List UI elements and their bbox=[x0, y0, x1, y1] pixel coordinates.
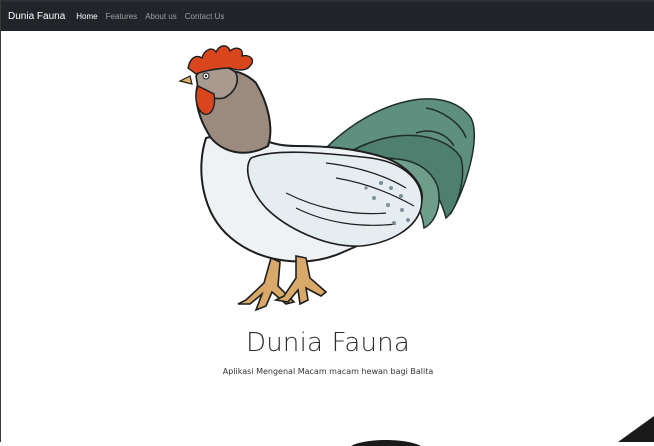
page-title: Dunia Fauna bbox=[246, 328, 410, 358]
rooster-beak bbox=[178, 75, 193, 85]
navbar-brand[interactable]: Dunia Fauna bbox=[8, 11, 65, 22]
nav-item-contact-us[interactable]: Contact Us bbox=[185, 12, 225, 21]
corner-decoration bbox=[618, 416, 654, 442]
nav-item-features[interactable]: Features bbox=[106, 12, 138, 21]
rooster-legs bbox=[237, 255, 328, 312]
page-subtitle: Aplikasi Mengenal Macam macam hewan bagi… bbox=[222, 367, 434, 376]
nav-item-about-us[interactable]: About us bbox=[145, 12, 177, 21]
bottom-arc-decoration bbox=[351, 440, 421, 446]
nav-item-home[interactable]: Home bbox=[76, 12, 97, 21]
rooster-illustration bbox=[178, 45, 475, 312]
nav-links: Home Features About us Contact Us bbox=[76, 12, 232, 21]
top-navbar: Dunia Fauna Home Features About us Conta… bbox=[1, 0, 654, 31]
